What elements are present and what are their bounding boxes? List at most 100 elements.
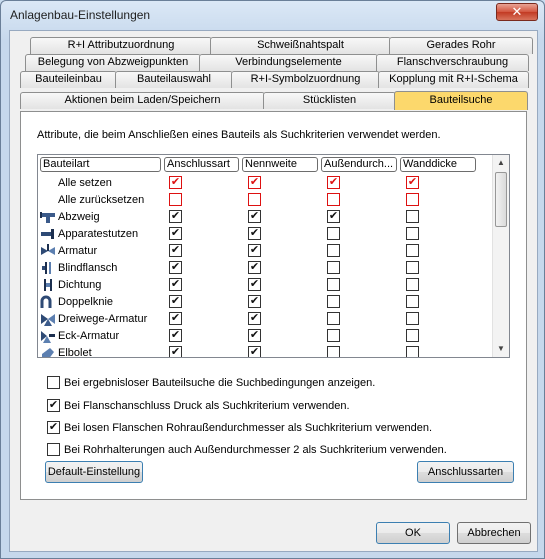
row-checkbox[interactable] <box>327 261 340 274</box>
list-row[interactable]: Doppelknie ✔ ✔ <box>38 293 493 310</box>
row-checkbox[interactable]: ✔ <box>169 244 182 257</box>
row-checkbox[interactable]: ✔ <box>248 261 261 274</box>
row-checkbox[interactable] <box>327 227 340 240</box>
column-header-nennweite[interactable]: Nennweite <box>242 157 318 172</box>
search-criteria-list[interactable]: Bauteilart Anschlussart Nennweite Außend… <box>37 154 510 358</box>
window-title: Anlagenbau-Einstellungen <box>10 8 151 22</box>
column-header-anschlussart[interactable]: Anschlussart <box>164 157 239 172</box>
list-row[interactable]: Elbolet ✔ ✔ <box>38 344 493 357</box>
list-row[interactable]: Alle setzen ✔ ✔ ✔ ✔ <box>38 174 493 191</box>
row-checkbox[interactable] <box>406 193 419 206</box>
option-checkbox[interactable]: ✔ <box>47 399 60 412</box>
row-label: Apparatestutzen <box>58 228 139 241</box>
row-checkbox[interactable]: ✔ <box>327 210 340 223</box>
tab-kopplung-ri-schema[interactable]: Kopplung mit R+I-Schema <box>378 71 529 88</box>
row-checkbox[interactable]: ✔ <box>248 244 261 257</box>
row-label: Alle setzen <box>58 177 112 190</box>
scroll-down-arrow-icon[interactable]: ▼ <box>493 341 509 357</box>
row-label: Blindflansch <box>58 262 118 275</box>
list-row[interactable]: Blindflansch ✔ ✔ <box>38 259 493 276</box>
row-checkbox[interactable]: ✔ <box>327 176 340 189</box>
row-checkbox[interactable]: ✔ <box>248 346 261 357</box>
tab-page-bauteilsuche: Attribute, die beim Anschließen eines Ba… <box>20 111 527 500</box>
list-row[interactable]: Alle zurücksetzen <box>38 191 493 208</box>
tab-bauteilsuche[interactable]: Bauteilsuche <box>394 91 528 110</box>
row-checkbox[interactable] <box>327 346 340 357</box>
tab-ri-attributzuordnung[interactable]: R+I Attributzuordnung <box>30 37 212 54</box>
column-header-aussendurchmesser[interactable]: Außendurch... <box>321 157 397 172</box>
default-settings-button[interactable]: Default-Einstellung <box>45 461 143 483</box>
row-checkbox[interactable]: ✔ <box>169 312 182 325</box>
list-vertical-scrollbar[interactable]: ▲ ▼ <box>492 155 509 357</box>
row-checkbox[interactable] <box>406 210 419 223</box>
tab-ri-symbolzuordnung[interactable]: R+I-Symbolzuordnung <box>231 71 380 88</box>
tab-aktionen-laden-speichern[interactable]: Aktionen beim Laden/Speichern <box>20 92 265 109</box>
tab-schweissnahtspalt[interactable]: Schweißnahtspalt <box>210 37 391 54</box>
tab-gerades-rohr[interactable]: Gerades Rohr <box>389 37 533 54</box>
row-checkbox[interactable]: ✔ <box>169 346 182 357</box>
row-checkbox[interactable] <box>406 295 419 308</box>
row-checkbox[interactable] <box>406 278 419 291</box>
row-checkbox[interactable] <box>327 312 340 325</box>
elbolet-icon <box>40 346 56 357</box>
row-checkbox[interactable] <box>406 346 419 357</box>
ok-button[interactable]: OK <box>376 522 450 544</box>
tab-flanschverschraubung[interactable]: Flanschverschraubung <box>376 54 529 71</box>
row-checkbox[interactable]: ✔ <box>169 210 182 223</box>
list-row[interactable]: Dichtung ✔ ✔ <box>38 276 493 293</box>
row-checkbox[interactable] <box>406 261 419 274</box>
title-bar[interactable]: Anlagenbau-Einstellungen ✕ <box>1 1 544 29</box>
row-checkbox[interactable]: ✔ <box>248 210 261 223</box>
column-header-wanddicke[interactable]: Wanddicke <box>400 157 476 172</box>
row-checkbox[interactable]: ✔ <box>248 312 261 325</box>
option-label: Bei Rohrhalterungen auch Außendurchmesse… <box>64 444 447 456</box>
row-checkbox[interactable] <box>327 244 340 257</box>
list-row[interactable]: Armatur ✔ ✔ <box>38 242 493 259</box>
row-label: Eck-Armatur <box>58 330 120 343</box>
tab-bauteilauswahl[interactable]: Bauteilauswahl <box>115 71 233 88</box>
row-checkbox[interactable]: ✔ <box>169 261 182 274</box>
row-checkbox[interactable] <box>406 329 419 342</box>
scroll-up-arrow-icon[interactable]: ▲ <box>493 155 509 171</box>
close-button[interactable]: ✕ <box>496 3 538 21</box>
option-checkbox[interactable] <box>47 443 60 456</box>
cancel-button[interactable]: Abbrechen <box>457 522 531 544</box>
row-checkbox[interactable]: ✔ <box>406 176 419 189</box>
row-label: Doppelknie <box>58 296 114 309</box>
list-row[interactable]: Dreiwege-Armatur ✔ ✔ <box>38 310 493 327</box>
scrollbar-thumb[interactable] <box>495 172 507 227</box>
row-checkbox[interactable] <box>327 295 340 308</box>
tab-stuecklisten[interactable]: Stücklisten <box>263 92 396 109</box>
connection-types-button[interactable]: Anschlussarten <box>417 461 514 483</box>
column-header-bauteilart[interactable]: Bauteilart <box>40 157 161 172</box>
list-row[interactable]: Abzweig ✔ ✔ ✔ <box>38 208 493 225</box>
row-checkbox[interactable] <box>406 312 419 325</box>
row-label: Dichtung <box>58 279 102 292</box>
row-checkbox[interactable]: ✔ <box>169 176 182 189</box>
valve-icon <box>40 244 56 258</box>
tab-belegung-abzweigpunkten[interactable]: Belegung von Abzweigpunkten <box>25 54 201 71</box>
option-checkbox[interactable] <box>47 376 60 389</box>
tab-verbindungselemente[interactable]: Verbindungselemente <box>199 54 378 71</box>
row-label: Dreiwege-Armatur <box>58 313 148 326</box>
row-checkbox[interactable]: ✔ <box>248 227 261 240</box>
row-checkbox[interactable]: ✔ <box>248 176 261 189</box>
row-checkbox[interactable]: ✔ <box>169 227 182 240</box>
list-row[interactable]: Eck-Armatur ✔ ✔ <box>38 327 493 344</box>
row-checkbox[interactable] <box>327 329 340 342</box>
row-checkbox[interactable]: ✔ <box>248 278 261 291</box>
row-checkbox[interactable]: ✔ <box>169 295 182 308</box>
row-checkbox[interactable]: ✔ <box>169 329 182 342</box>
row-checkbox[interactable] <box>406 227 419 240</box>
row-checkbox[interactable] <box>169 193 182 206</box>
row-checkbox[interactable] <box>406 244 419 257</box>
list-row[interactable]: Apparatestutzen ✔ ✔ <box>38 225 493 242</box>
row-checkbox[interactable] <box>327 278 340 291</box>
row-checkbox[interactable] <box>327 193 340 206</box>
row-checkbox[interactable]: ✔ <box>248 295 261 308</box>
tab-bauteileinbau[interactable]: Bauteileinbau <box>20 71 117 88</box>
row-checkbox[interactable] <box>248 193 261 206</box>
row-checkbox[interactable]: ✔ <box>248 329 261 342</box>
row-checkbox[interactable]: ✔ <box>169 278 182 291</box>
option-checkbox[interactable]: ✔ <box>47 421 60 434</box>
